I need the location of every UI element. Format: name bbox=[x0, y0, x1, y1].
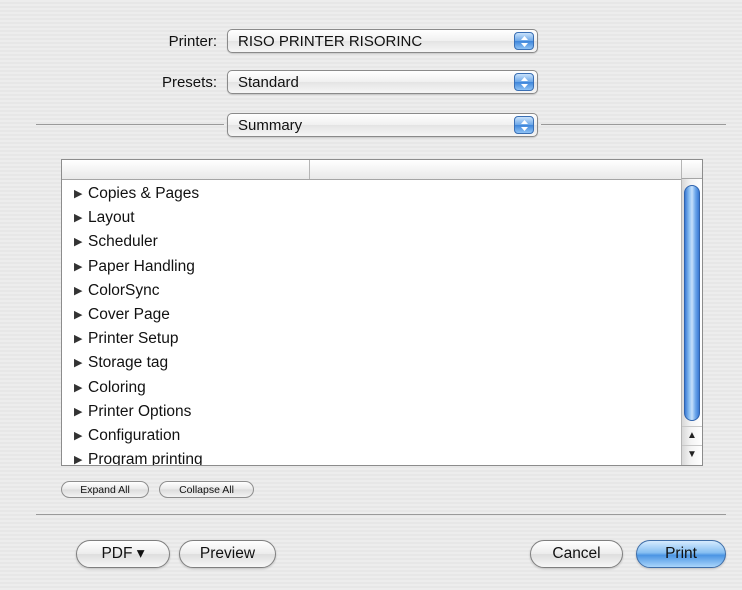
disclosure-triangle-icon[interactable]: ▶ bbox=[74, 424, 86, 448]
expand-all-button[interactable]: Expand All bbox=[61, 481, 149, 498]
outline-item-label: Paper Handling bbox=[88, 257, 195, 275]
preview-button[interactable]: Preview bbox=[179, 540, 276, 568]
scroll-thumb[interactable] bbox=[684, 185, 700, 421]
disclosure-triangle-icon[interactable]: ▶ bbox=[74, 376, 86, 400]
outline-item-label: Printer Options bbox=[88, 402, 192, 420]
outline-item-label: ColorSync bbox=[88, 281, 160, 299]
outline-item[interactable]: ▶ ColorSync bbox=[62, 279, 682, 303]
panel-value: Summary bbox=[238, 117, 303, 134]
pdf-menu-button[interactable]: PDF ▾ bbox=[76, 540, 170, 568]
panel-popup[interactable]: Summary bbox=[227, 113, 538, 137]
print-dialog: Printer: RISO PRINTER RISORINC Presets: … bbox=[0, 0, 742, 590]
scroll-down-arrow-icon[interactable]: ▼ bbox=[682, 445, 702, 464]
outline-item-label: Coloring bbox=[88, 378, 146, 396]
outline-item[interactable]: ▶ Cover Page bbox=[62, 303, 682, 327]
cancel-button[interactable]: Cancel bbox=[530, 540, 623, 568]
print-button[interactable]: Print bbox=[636, 540, 726, 568]
outline-item[interactable]: ▶ Coloring bbox=[62, 376, 682, 400]
disclosure-triangle-icon[interactable]: ▶ bbox=[74, 230, 86, 254]
outline-item[interactable]: ▶ Printer Setup bbox=[62, 327, 682, 351]
disclosure-triangle-icon[interactable]: ▶ bbox=[74, 448, 86, 465]
presets-value: Standard bbox=[238, 74, 299, 91]
outline-item[interactable]: ▶ Layout bbox=[62, 206, 682, 230]
outline-item[interactable]: ▶ Configuration bbox=[62, 424, 682, 448]
bottom-separator bbox=[36, 514, 726, 515]
summary-outline[interactable]: ▶ Copies & Pages ▶ Layout ▶ Scheduler ▶ Pape… bbox=[61, 159, 703, 466]
outline-item[interactable]: ▶ Printer Options bbox=[62, 400, 682, 424]
disclosure-triangle-icon[interactable]: ▶ bbox=[74, 182, 86, 206]
column-header-value[interactable] bbox=[310, 160, 681, 179]
outline-item[interactable]: ▶ Paper Handling bbox=[62, 255, 682, 279]
disclosure-triangle-icon[interactable]: ▶ bbox=[74, 255, 86, 279]
presets-popup[interactable]: Standard bbox=[227, 70, 538, 94]
updown-arrows-icon bbox=[514, 32, 534, 50]
separator-left bbox=[36, 124, 224, 125]
updown-arrows-icon bbox=[514, 116, 534, 134]
outline-item-label: Copies & Pages bbox=[88, 185, 200, 202]
column-header-row bbox=[62, 160, 682, 180]
collapse-all-button[interactable]: Collapse All bbox=[159, 481, 254, 498]
outline-item[interactable]: ▶ Program printing bbox=[62, 448, 682, 466]
printer-label: Printer: bbox=[168, 33, 217, 50]
outline-item-label: Program printing bbox=[88, 451, 203, 466]
vertical-scrollbar[interactable]: ▲ ▼ bbox=[681, 179, 702, 465]
header-corner bbox=[681, 160, 702, 179]
outline-item-label: Storage tag bbox=[88, 354, 169, 372]
disclosure-triangle-icon[interactable]: ▶ bbox=[74, 206, 86, 230]
disclosure-triangle-icon[interactable]: ▶ bbox=[74, 279, 86, 303]
outline-item-label: Configuration bbox=[88, 426, 181, 444]
outline-item[interactable]: ▶ Storage tag bbox=[62, 351, 682, 375]
column-header-setting[interactable] bbox=[62, 160, 310, 179]
outline-item[interactable]: ▶ Copies & Pages bbox=[62, 182, 682, 206]
outline-item-label: Printer Setup bbox=[88, 330, 179, 348]
scroll-up-arrow-icon[interactable]: ▲ bbox=[682, 426, 702, 445]
printer-value: RISO PRINTER RISORINC bbox=[238, 33, 423, 50]
presets-label: Presets: bbox=[161, 74, 217, 91]
outline-item-label: Scheduler bbox=[88, 233, 158, 251]
separator-right bbox=[541, 124, 726, 125]
disclosure-triangle-icon[interactable]: ▶ bbox=[74, 351, 86, 375]
outline-item[interactable]: ▶ Scheduler bbox=[62, 230, 682, 254]
outline-item-label: Cover Page bbox=[88, 305, 170, 323]
disclosure-triangle-icon[interactable]: ▶ bbox=[74, 400, 86, 424]
updown-arrows-icon bbox=[514, 73, 534, 91]
outline-item-label: Layout bbox=[88, 209, 135, 227]
disclosure-triangle-icon[interactable]: ▶ bbox=[74, 327, 86, 351]
disclosure-triangle-icon[interactable]: ▶ bbox=[74, 303, 86, 327]
printer-popup[interactable]: RISO PRINTER RISORINC bbox=[227, 29, 538, 53]
outline-items: ▶ Copies & Pages ▶ Layout ▶ Scheduler ▶ Pape… bbox=[62, 182, 682, 466]
